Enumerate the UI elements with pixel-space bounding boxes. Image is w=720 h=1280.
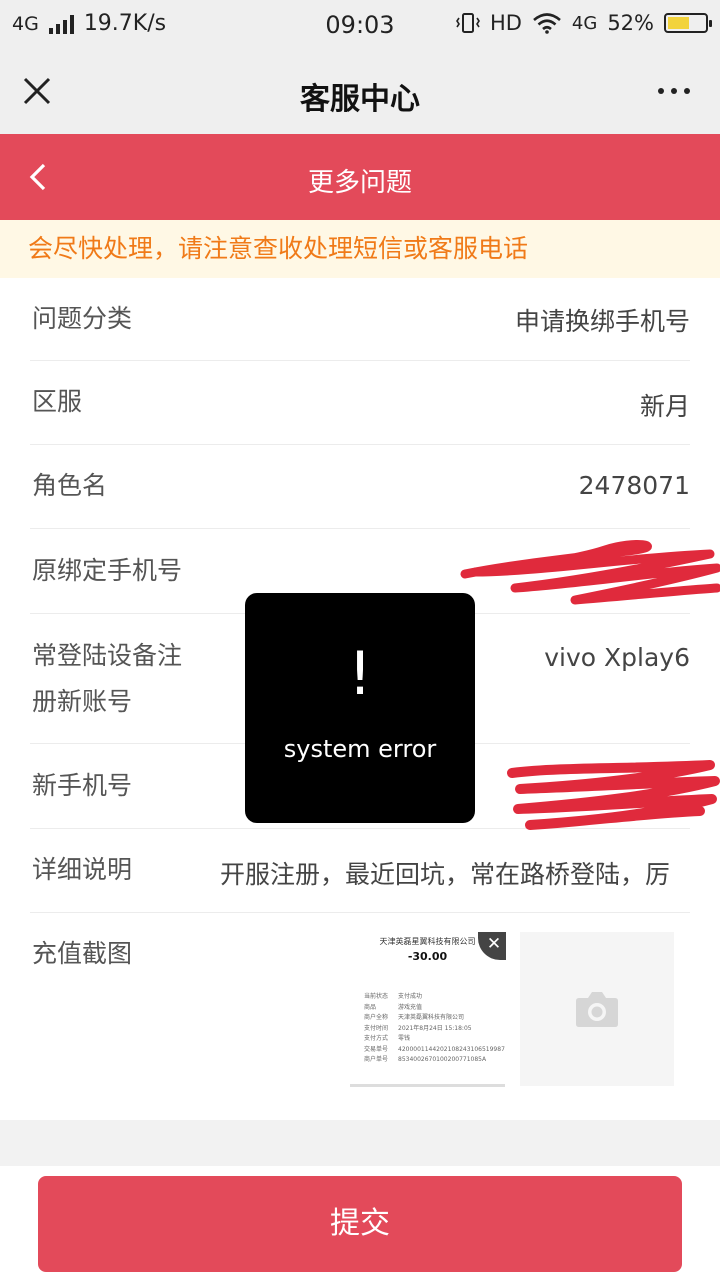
mobile-data-indicator: 4G (571, 12, 598, 34)
category-label: 问题分类 (32, 304, 133, 333)
device-value: vivo Xplay6 (544, 643, 690, 672)
form-row-server[interactable]: 区服 新月 (30, 360, 690, 445)
detail-label: 详细说明 (32, 855, 133, 884)
status-bar: 4G 19.7K/s 09:03 HD 4G 52% (0, 0, 720, 50)
exclamation-icon: ! (347, 639, 373, 709)
wifi-icon (533, 13, 561, 34)
thumb-details: 当前状态 支付成功 商品 游戏充值 商户全称 天津英磊翼科技有限公司 支付时间 2021… (364, 993, 505, 1063)
page-title: 客服中心 (300, 82, 420, 117)
add-photo-button[interactable] (520, 932, 674, 1086)
camera-icon (576, 992, 618, 1027)
role-label: 角色名 (32, 471, 108, 500)
title-bar: 客服中心 (0, 50, 720, 134)
section-header: 更多问题 (0, 134, 720, 220)
category-value: 申请换绑手机号 (514, 307, 690, 336)
form-row-detail[interactable]: 详细说明 开服注册，最近回坑，常在路桥登陆，厉 (30, 828, 690, 913)
battery-icon (664, 13, 712, 33)
redaction-scribble (507, 760, 720, 830)
device-label-line2: 册新账号 (32, 687, 133, 716)
old-phone-label: 原绑定手机号 (32, 556, 183, 585)
device-label-line1: 常登陆设备注 (32, 641, 183, 670)
notice-banner: 会尽快处理，请注意查收处理短信或客服电话 (0, 220, 720, 278)
vibrate-icon (455, 13, 480, 33)
role-value: 2478071 (578, 471, 690, 500)
recharge-screenshot-thumbnail[interactable]: 天津英磊星翼科技有限公司 -30.00 当前状态 支付成功 商品 游戏充值 商户全称… (350, 932, 505, 1087)
submit-button[interactable]: 提交 (38, 1176, 682, 1272)
redaction-scribble (460, 540, 720, 605)
form-row-role[interactable]: 角色名 2478071 (30, 444, 690, 529)
new-phone-label: 新手机号 (32, 771, 133, 800)
detail-value: 开服注册，最近回坑，常在路桥登陆，厉 (220, 860, 671, 889)
toast-message: system error (283, 735, 437, 763)
thumb-amount: -30.00 (407, 950, 448, 963)
screenshot-label: 充值截图 (32, 939, 133, 968)
more-icon[interactable] (658, 88, 690, 94)
form-row-category[interactable]: 问题分类 申请换绑手机号 (30, 278, 690, 361)
section-title: 更多问题 (307, 168, 412, 198)
hd-indicator: HD (489, 11, 522, 35)
error-toast: ! system error (245, 593, 475, 823)
server-label: 区服 (32, 387, 83, 416)
bottom-bar: 提交 (0, 1166, 720, 1280)
battery-percent: 52% (607, 11, 654, 35)
server-value: 新月 (639, 392, 690, 421)
